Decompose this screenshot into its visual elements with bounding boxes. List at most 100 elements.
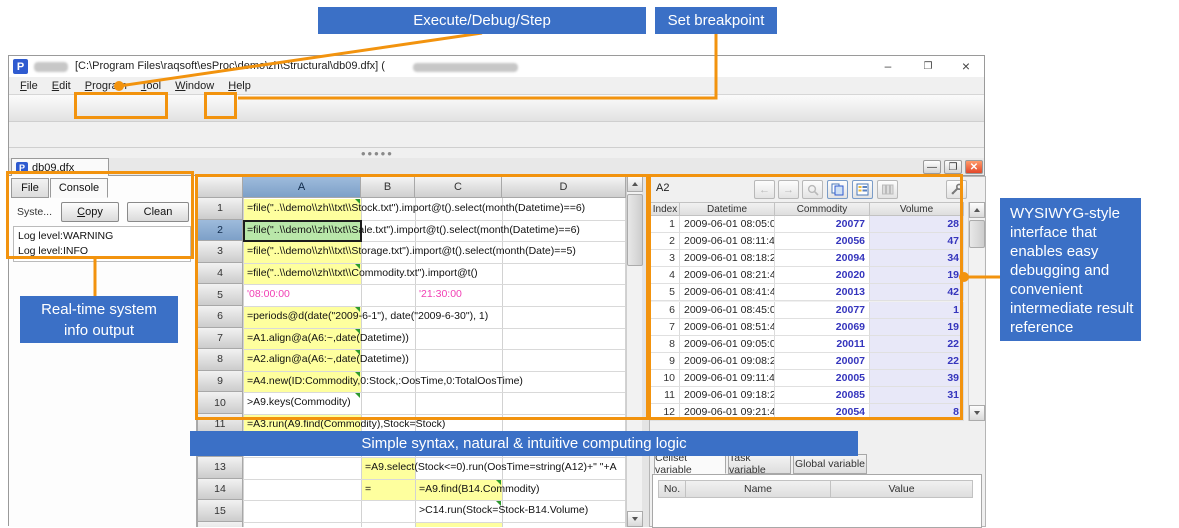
menu-program[interactable]: Program bbox=[78, 80, 134, 92]
row-header-15[interactable]: 15 bbox=[197, 500, 243, 522]
result-col-index[interactable]: Index bbox=[650, 202, 680, 216]
data-options-icon[interactable] bbox=[852, 180, 873, 199]
variable-table: No. Name Value bbox=[652, 474, 982, 528]
minimize-button[interactable]: – bbox=[877, 57, 899, 75]
result-cell: 2009-06-01 08:45:00 bbox=[680, 301, 775, 319]
result-cell: 2009-06-01 08:05:00 bbox=[680, 216, 775, 234]
result-cell: 4 bbox=[650, 267, 680, 285]
result-cell: 2 bbox=[650, 233, 680, 251]
callout-syntax: Simple syntax, natural & intuitive compu… bbox=[190, 431, 858, 456]
clean-button[interactable]: Clean bbox=[127, 202, 189, 222]
copy-button[interactable]: Copy bbox=[61, 202, 119, 222]
scroll-down-icon[interactable] bbox=[627, 511, 643, 527]
result-cell: 5 bbox=[650, 284, 680, 302]
cell-text-C14: =A9.find(B14.Commodity) bbox=[419, 482, 540, 495]
overflow-marker-icon bbox=[355, 328, 360, 334]
formula-bar: A2 = 1 =file("..\\demo\\zh\\txt\\Sale.tx… bbox=[9, 122, 984, 211]
result-cell: 9 bbox=[650, 352, 680, 370]
col-header-A[interactable]: A bbox=[243, 176, 361, 198]
row-header-13[interactable]: 13 bbox=[197, 457, 243, 479]
var-col-value[interactable]: Value bbox=[831, 480, 973, 498]
row-header-3[interactable]: 3 bbox=[197, 241, 243, 263]
row-header-7[interactable]: 7 bbox=[197, 327, 243, 350]
result-cell: 20069 bbox=[775, 318, 870, 336]
cell-text-B14: = bbox=[365, 482, 372, 495]
scroll-down-icon[interactable] bbox=[969, 405, 985, 421]
result-col-volume[interactable]: Volume bbox=[870, 202, 964, 216]
result-cell: 2009-06-01 09:11:40 bbox=[680, 369, 775, 387]
row-header-5[interactable]: 5 bbox=[197, 284, 243, 306]
result-cell: 3 bbox=[650, 250, 680, 268]
row-header-16[interactable]: 16 bbox=[197, 522, 243, 527]
result-cell: 12 bbox=[650, 404, 680, 422]
cell-text-A6: =periods@d(date("2009-6-1"), date("2009-… bbox=[247, 310, 489, 322]
row-header-10[interactable]: 10 bbox=[197, 392, 243, 414]
settings-wrench-icon[interactable] bbox=[946, 180, 967, 199]
col-header-D[interactable]: D bbox=[502, 176, 626, 198]
grid-corner-header[interactable] bbox=[197, 176, 243, 198]
cell-text-A5: '08:00:00 bbox=[247, 288, 290, 301]
blurred-text bbox=[413, 63, 518, 72]
window-title: [C:\Program Files\raqsoft\esProc\demo\zh… bbox=[75, 60, 385, 72]
result-scrollbar[interactable] bbox=[968, 202, 985, 421]
scroll-up-icon[interactable] bbox=[969, 202, 985, 218]
row-header-4[interactable]: 4 bbox=[197, 262, 243, 285]
vtab-task-variable[interactable]: Task variable bbox=[728, 452, 791, 476]
col-header-B[interactable]: B bbox=[361, 176, 415, 198]
var-col-name[interactable]: Name bbox=[686, 480, 831, 498]
overflow-marker-icon bbox=[355, 307, 360, 312]
grid-scrollbar[interactable] bbox=[626, 176, 643, 527]
row-header-14[interactable]: 14 bbox=[197, 478, 243, 501]
tab-db09[interactable]: P db09.dfx bbox=[11, 158, 109, 176]
row-header-9[interactable]: 9 bbox=[197, 370, 243, 393]
cell-text-C16: if C14.Stock<=0 bbox=[419, 522, 494, 527]
row-header-1[interactable]: 1 bbox=[197, 198, 243, 220]
result-scroll-thumb[interactable] bbox=[969, 220, 985, 248]
close-button[interactable]: × bbox=[955, 57, 977, 75]
tab-file[interactable]: File bbox=[11, 178, 49, 198]
row-header-2[interactable]: 2 bbox=[197, 219, 243, 242]
scroll-up-icon[interactable] bbox=[627, 176, 643, 192]
copy-label: opy bbox=[85, 206, 103, 218]
left-panel: File Console Syste... Copy Clean Log lev… bbox=[9, 176, 197, 527]
result-col-datetime[interactable]: Datetime bbox=[680, 202, 775, 216]
menu-tool[interactable]: Tool bbox=[134, 80, 168, 92]
system-label: Syste... bbox=[17, 206, 53, 218]
cell-text-A4: =file("..\\demo\\zh\\txt\\Commodity.txt"… bbox=[247, 266, 478, 279]
cellsheet-grid[interactable]: A B C D 1 =file("..\\demo\\zh\\txt\\Stock.txt… bbox=[197, 176, 642, 527]
var-col-no[interactable]: No. bbox=[658, 480, 686, 498]
col-header-C[interactable]: C bbox=[415, 176, 502, 198]
grid-scroll-thumb[interactable] bbox=[627, 194, 643, 266]
zoom-icon bbox=[802, 180, 823, 199]
result-cell: 2009-06-01 08:11:40 bbox=[680, 233, 775, 251]
result-cell: 20094 bbox=[775, 250, 870, 268]
vtab-global-variable[interactable]: Global variable bbox=[793, 454, 867, 474]
dfx-file-icon: P bbox=[16, 161, 28, 174]
menu-file[interactable]: File bbox=[13, 80, 45, 92]
menu-window[interactable]: Window bbox=[168, 80, 221, 92]
cell-text-A3: =file("..\\demo\\zh\\txt\\Storage.txt").… bbox=[247, 245, 576, 258]
tab-console[interactable]: Console bbox=[50, 178, 108, 198]
blurred-text bbox=[34, 62, 68, 72]
mdi-restore-button[interactable]: ❐ bbox=[944, 160, 962, 174]
result-cell: 8 bbox=[870, 404, 964, 422]
result-cell: 20085 bbox=[775, 387, 870, 405]
menu-edit[interactable]: Edit bbox=[45, 80, 78, 92]
maximize-button[interactable]: ❐ bbox=[917, 57, 939, 75]
mdi-close-button[interactable]: ✕ bbox=[965, 160, 983, 174]
result-cell: 20056 bbox=[775, 233, 870, 251]
row-header-6[interactable]: 6 bbox=[197, 306, 243, 328]
title-bar: P [C:\Program Files\raqsoft\esProc\demo\… bbox=[9, 56, 984, 77]
mdi-minimize-button[interactable]: — bbox=[923, 160, 941, 174]
cell-text-A7: =A1.align@a(A6:~,date(Datetime)) bbox=[247, 331, 409, 344]
row-header-8[interactable]: 8 bbox=[197, 349, 243, 371]
copy-data-icon[interactable] bbox=[827, 180, 848, 199]
result-cell: 20020 bbox=[775, 267, 870, 285]
document-tab-bar bbox=[9, 158, 984, 176]
result-cell: 19 bbox=[870, 318, 964, 336]
vtab-cellset-variable[interactable]: Cellset variable bbox=[654, 452, 726, 476]
callout-realtime: Real-time system info output bbox=[20, 296, 178, 343]
result-cell: 2009-06-01 08:21:40 bbox=[680, 267, 775, 285]
menu-help[interactable]: Help bbox=[221, 80, 258, 92]
result-col-commodity[interactable]: Commodity bbox=[775, 202, 870, 216]
